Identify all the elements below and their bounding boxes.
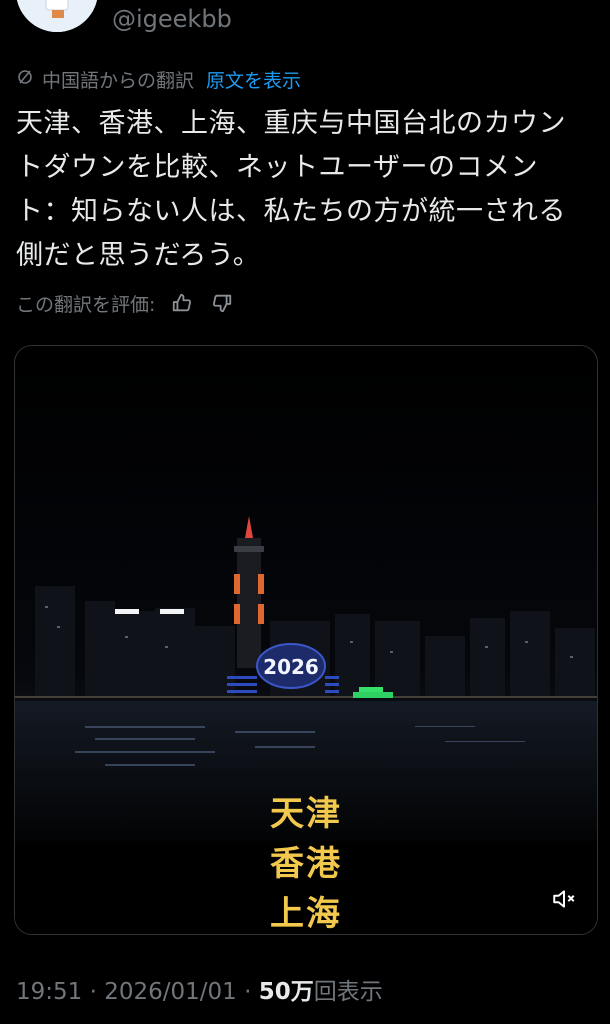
speaker-muted-icon[interactable] [551, 886, 577, 912]
show-original-link[interactable]: 原文を表示 [206, 66, 301, 93]
video-caption-line-1: 天津 [270, 794, 342, 834]
tweet-time[interactable]: 19:51 [16, 979, 82, 1005]
meta-separator: · [89, 979, 97, 1005]
tweet-text: 天津、香港、上海、重庆与中国台北のカウントダウンを比較、ネットユーザーのコメント… [16, 108, 566, 271]
tweet-date[interactable]: 2026/01/01 [104, 979, 237, 1005]
translation-source-label: 中国語からの翻訳 [42, 69, 195, 92]
avatar[interactable] [16, 0, 98, 32]
video-caption-line-2: 香港 [270, 844, 342, 884]
user-handle[interactable]: @igeekbb [112, 4, 232, 34]
thumbs-down-icon[interactable] [209, 290, 235, 316]
rate-translation-label: この翻訳を評価: [16, 293, 156, 316]
view-count: 50万 [258, 979, 314, 1005]
translation-row: 中国語からの翻訳 原文を表示 [16, 64, 301, 94]
video-player[interactable]: 2026 天津 香港 上海 [14, 345, 598, 935]
video-caption-line-3: 上海 [270, 894, 342, 934]
avatar-image [16, 0, 98, 32]
thumbs-up-icon[interactable] [169, 290, 195, 316]
building-2026-display: 2026 [263, 655, 319, 679]
view-count-label: 回表示 [313, 979, 383, 1005]
meta-separator: · [244, 979, 252, 1005]
rate-translation-row: この翻訳を評価: [16, 288, 235, 318]
translate-icon [16, 67, 36, 91]
tweet-meta: 19:51 · 2026/01/01 · 50万回表示 [16, 972, 383, 1006]
